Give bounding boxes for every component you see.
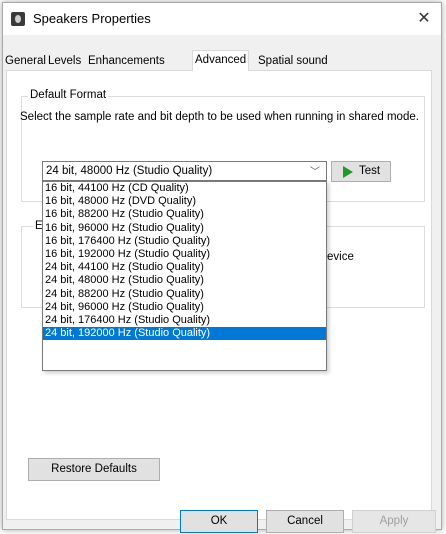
restore-defaults-button[interactable]: Restore Defaults [28, 458, 160, 481]
close-button[interactable]: ✕ [407, 3, 441, 35]
speaker-icon [11, 12, 25, 26]
ok-button[interactable]: OK [180, 510, 258, 533]
dropdown-option[interactable]: 16 bit, 192000 Hz (Studio Quality) [43, 248, 326, 261]
dropdown-option[interactable]: 16 bit, 96000 Hz (Studio Quality) [43, 222, 326, 235]
dropdown-option[interactable]: 24 bit, 88200 Hz (Studio Quality) [43, 288, 326, 301]
dropdown-option[interactable]: 16 bit, 176400 Hz (Studio Quality) [43, 235, 326, 248]
dropdown-option[interactable]: 24 bit, 96000 Hz (Studio Quality) [43, 301, 326, 314]
exclusive-mode-text-partial: evice [327, 251, 354, 263]
tab-bar: General Levels Enhancements Advanced Spa… [0, 50, 446, 71]
chevron-down-icon: ﹀ [310, 167, 320, 178]
test-button-label: Test [359, 165, 381, 177]
default-format-title: Default Format [28, 89, 109, 101]
sample-rate-dropdown-list: 16 bit, 44100 Hz (CD Quality) 16 bit, 480… [42, 181, 327, 371]
dropdown-option[interactable]: 24 bit, 176400 Hz (Studio Quality) [43, 314, 326, 327]
dropdown-option[interactable]: 16 bit, 44100 Hz (CD Quality) [43, 182, 326, 195]
tab-enhancements[interactable]: Enhancements [86, 52, 167, 70]
dropdown-option[interactable]: 16 bit, 88200 Hz (Studio Quality) [43, 208, 326, 221]
title-bar: Speakers Properties ✕ [3, 3, 441, 35]
sample-rate-select[interactable]: 24 bit, 48000 Hz (Studio Quality) ﹀ [42, 161, 327, 181]
dropdown-option[interactable]: 24 bit, 44100 Hz (Studio Quality) [43, 261, 326, 274]
sample-rate-selected-value: 24 bit, 48000 Hz (Studio Quality) [46, 165, 213, 177]
tab-levels[interactable]: Levels [46, 52, 83, 70]
apply-button: Apply [352, 510, 436, 533]
cancel-button[interactable]: Cancel [266, 510, 344, 533]
tab-general[interactable]: General [3, 52, 48, 70]
window-title: Speakers Properties [33, 11, 151, 26]
dropdown-option[interactable]: 24 bit, 48000 Hz (Studio Quality) [43, 274, 326, 287]
play-triangle-icon [343, 166, 353, 178]
tab-spatial-sound[interactable]: Spatial sound [256, 52, 330, 70]
tab-advanced[interactable]: Advanced [192, 50, 250, 71]
dropdown-option[interactable]: 24 bit, 192000 Hz (Studio Quality) [43, 327, 326, 341]
test-button[interactable]: Test [331, 161, 391, 182]
dropdown-option[interactable]: 16 bit, 48000 Hz (DVD Quality) [43, 195, 326, 208]
default-format-description: Select the sample rate and bit depth to … [20, 111, 419, 123]
